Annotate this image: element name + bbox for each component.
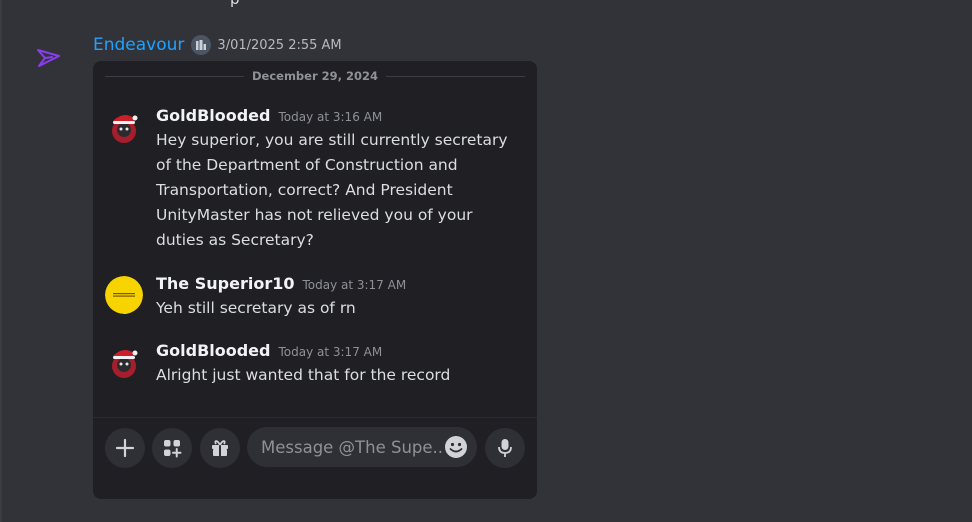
voice-message-button[interactable] — [485, 428, 525, 468]
list-item: The Superior10 Today at 3:17 AM Yeh stil… — [105, 274, 525, 324]
santa-hat-avatar-icon[interactable] — [105, 343, 143, 381]
message-time: Today at 3:16 AM — [278, 110, 383, 124]
message-text: Alright just wanted that for the record — [156, 366, 451, 384]
list-item: GoldBlooded Today at 3:17 AM Alright jus… — [105, 341, 525, 391]
message-input[interactable]: Message @The Supe... — [247, 427, 477, 467]
divider — [93, 417, 537, 418]
plus-icon — [115, 438, 135, 458]
message-text: Hey superior, you are still currently se… — [156, 131, 508, 249]
message-header: Endeavour 3/01/2025 2:55 AM — [93, 33, 342, 57]
bot-avatar-icon[interactable] — [35, 44, 63, 72]
apps-icon — [164, 440, 182, 458]
screenshot-embed[interactable]: December 29, 2024 GoldBlooded Today at 3… — [93, 61, 537, 499]
message-author[interactable]: GoldBlooded — [156, 341, 270, 360]
message-timestamp: 3/01/2025 2:55 AM — [217, 37, 342, 53]
microphone-icon — [498, 439, 512, 457]
server-tag-icon — [191, 35, 212, 55]
message-text: Yeh still secretary as of rn — [156, 299, 356, 317]
message-author[interactable]: GoldBlooded — [156, 106, 270, 125]
date-divider: December 29, 2024 — [105, 68, 526, 84]
message-time: Today at 3:17 AM — [278, 345, 383, 359]
message-time: Today at 3:17 AM — [302, 278, 407, 292]
gift-button[interactable] — [200, 428, 240, 468]
date-divider-label: December 29, 2024 — [251, 69, 379, 83]
apps-button[interactable] — [152, 428, 192, 468]
message-author[interactable]: The Superior10 — [156, 274, 294, 293]
emoji-icon[interactable] — [443, 434, 469, 460]
message-input-placeholder: Message @The Supe... — [261, 437, 443, 457]
left-edge — [0, 0, 2, 522]
gift-icon — [212, 440, 228, 456]
yellow-circle-avatar-icon[interactable] — [105, 276, 143, 314]
list-item: GoldBlooded Today at 3:16 AM Hey superio… — [105, 106, 525, 256]
add-attachment-button[interactable] — [105, 428, 145, 468]
previous-message-fragment: p — [230, 0, 240, 8]
author-name[interactable]: Endeavour — [93, 35, 184, 55]
santa-hat-avatar-icon[interactable] — [105, 108, 143, 146]
